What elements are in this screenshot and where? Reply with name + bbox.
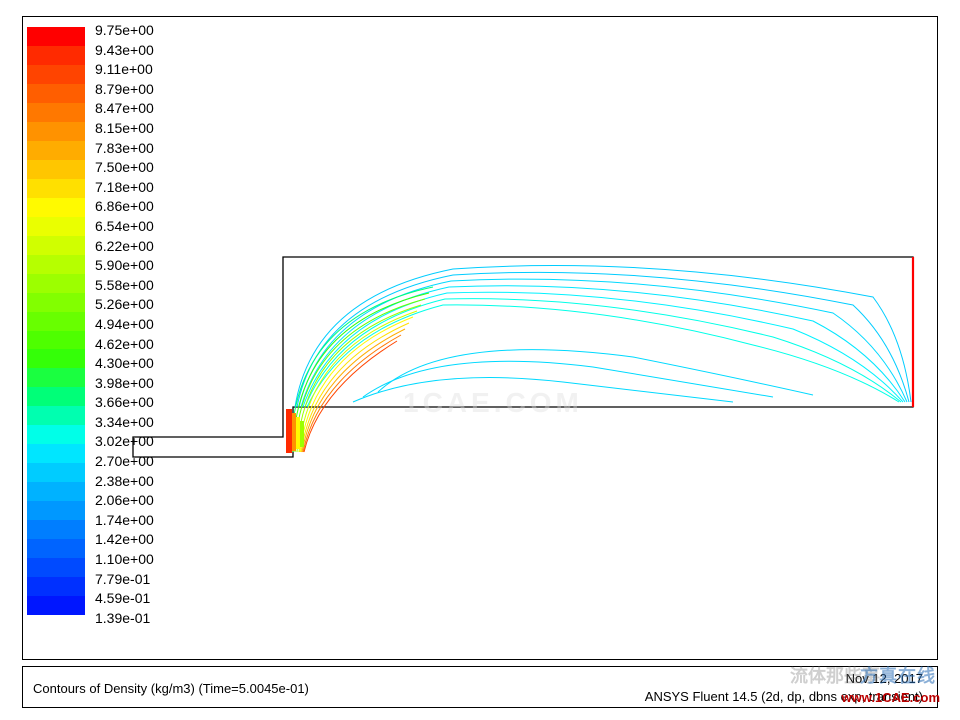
color-segment [27,482,85,501]
hot-step-face-3 [296,417,300,449]
color-segment [27,160,85,179]
app-frame: 9.75e+009.43e+009.11e+008.79e+008.47e+00… [0,0,960,720]
color-segment [27,444,85,463]
plot-area: 9.75e+009.43e+009.11e+008.79e+008.47e+00… [22,16,938,660]
legend-value: 8.79e+00 [95,80,154,100]
shock-arcs [295,266,911,408]
color-segment [27,236,85,255]
color-segment [27,331,85,350]
hot-step-face [286,409,292,453]
legend-value: 4.59e-01 [95,589,154,609]
legend-value: 9.43e+00 [95,41,154,61]
color-segment [27,274,85,293]
color-segment [27,312,85,331]
color-segment [27,539,85,558]
legend-value: 9.75e+00 [95,21,154,41]
corner-fan [291,287,433,452]
legend-value: 1.10e+00 [95,550,154,570]
color-segment [27,84,85,103]
color-segment [27,501,85,520]
legend-value: 1.39e-01 [95,609,154,629]
color-segment [27,520,85,539]
color-segment [27,65,85,84]
legend-value: 9.11e+00 [95,60,154,80]
watermark-url: www.1CAE.com [842,690,940,705]
color-segment [27,558,85,577]
legend-value: 7.50e+00 [95,158,154,178]
legend-value: 8.15e+00 [95,119,154,139]
color-segment [27,46,85,65]
color-segment [27,596,85,615]
contour-svg [133,247,913,457]
color-segment [27,406,85,425]
color-segment [27,293,85,312]
color-segment [27,255,85,274]
color-segment [27,179,85,198]
plot-title: Contours of Density (kg/m3) (Time=5.0045… [33,681,309,696]
legend-value: 7.18e+00 [95,178,154,198]
legend-value: 7.79e-01 [95,570,154,590]
legend-value: 2.06e+00 [95,491,154,511]
color-legend-bar [27,27,85,615]
color-segment [27,425,85,444]
color-segment [27,368,85,387]
color-segment [27,387,85,406]
hot-step-face-2 [292,413,296,451]
color-segment [27,27,85,46]
color-segment [27,103,85,122]
color-segment [27,198,85,217]
contour-region [133,247,913,457]
legend-value: 6.86e+00 [95,197,154,217]
color-segment [27,122,85,141]
legend-value: 8.47e+00 [95,99,154,119]
color-segment [27,463,85,482]
legend-value: 1.42e+00 [95,530,154,550]
legend-value: 1.74e+00 [95,511,154,531]
color-segment [27,349,85,368]
hot-step-face-4 [300,421,304,447]
color-segment [27,217,85,236]
legend-value: 6.54e+00 [95,217,154,237]
legend-value: 7.83e+00 [95,139,154,159]
watermark-cn1: 方真在线 [860,662,936,688]
inner-lobes [353,350,813,402]
color-segment [27,577,85,596]
legend-value: 2.38e+00 [95,472,154,492]
color-segment [27,141,85,160]
